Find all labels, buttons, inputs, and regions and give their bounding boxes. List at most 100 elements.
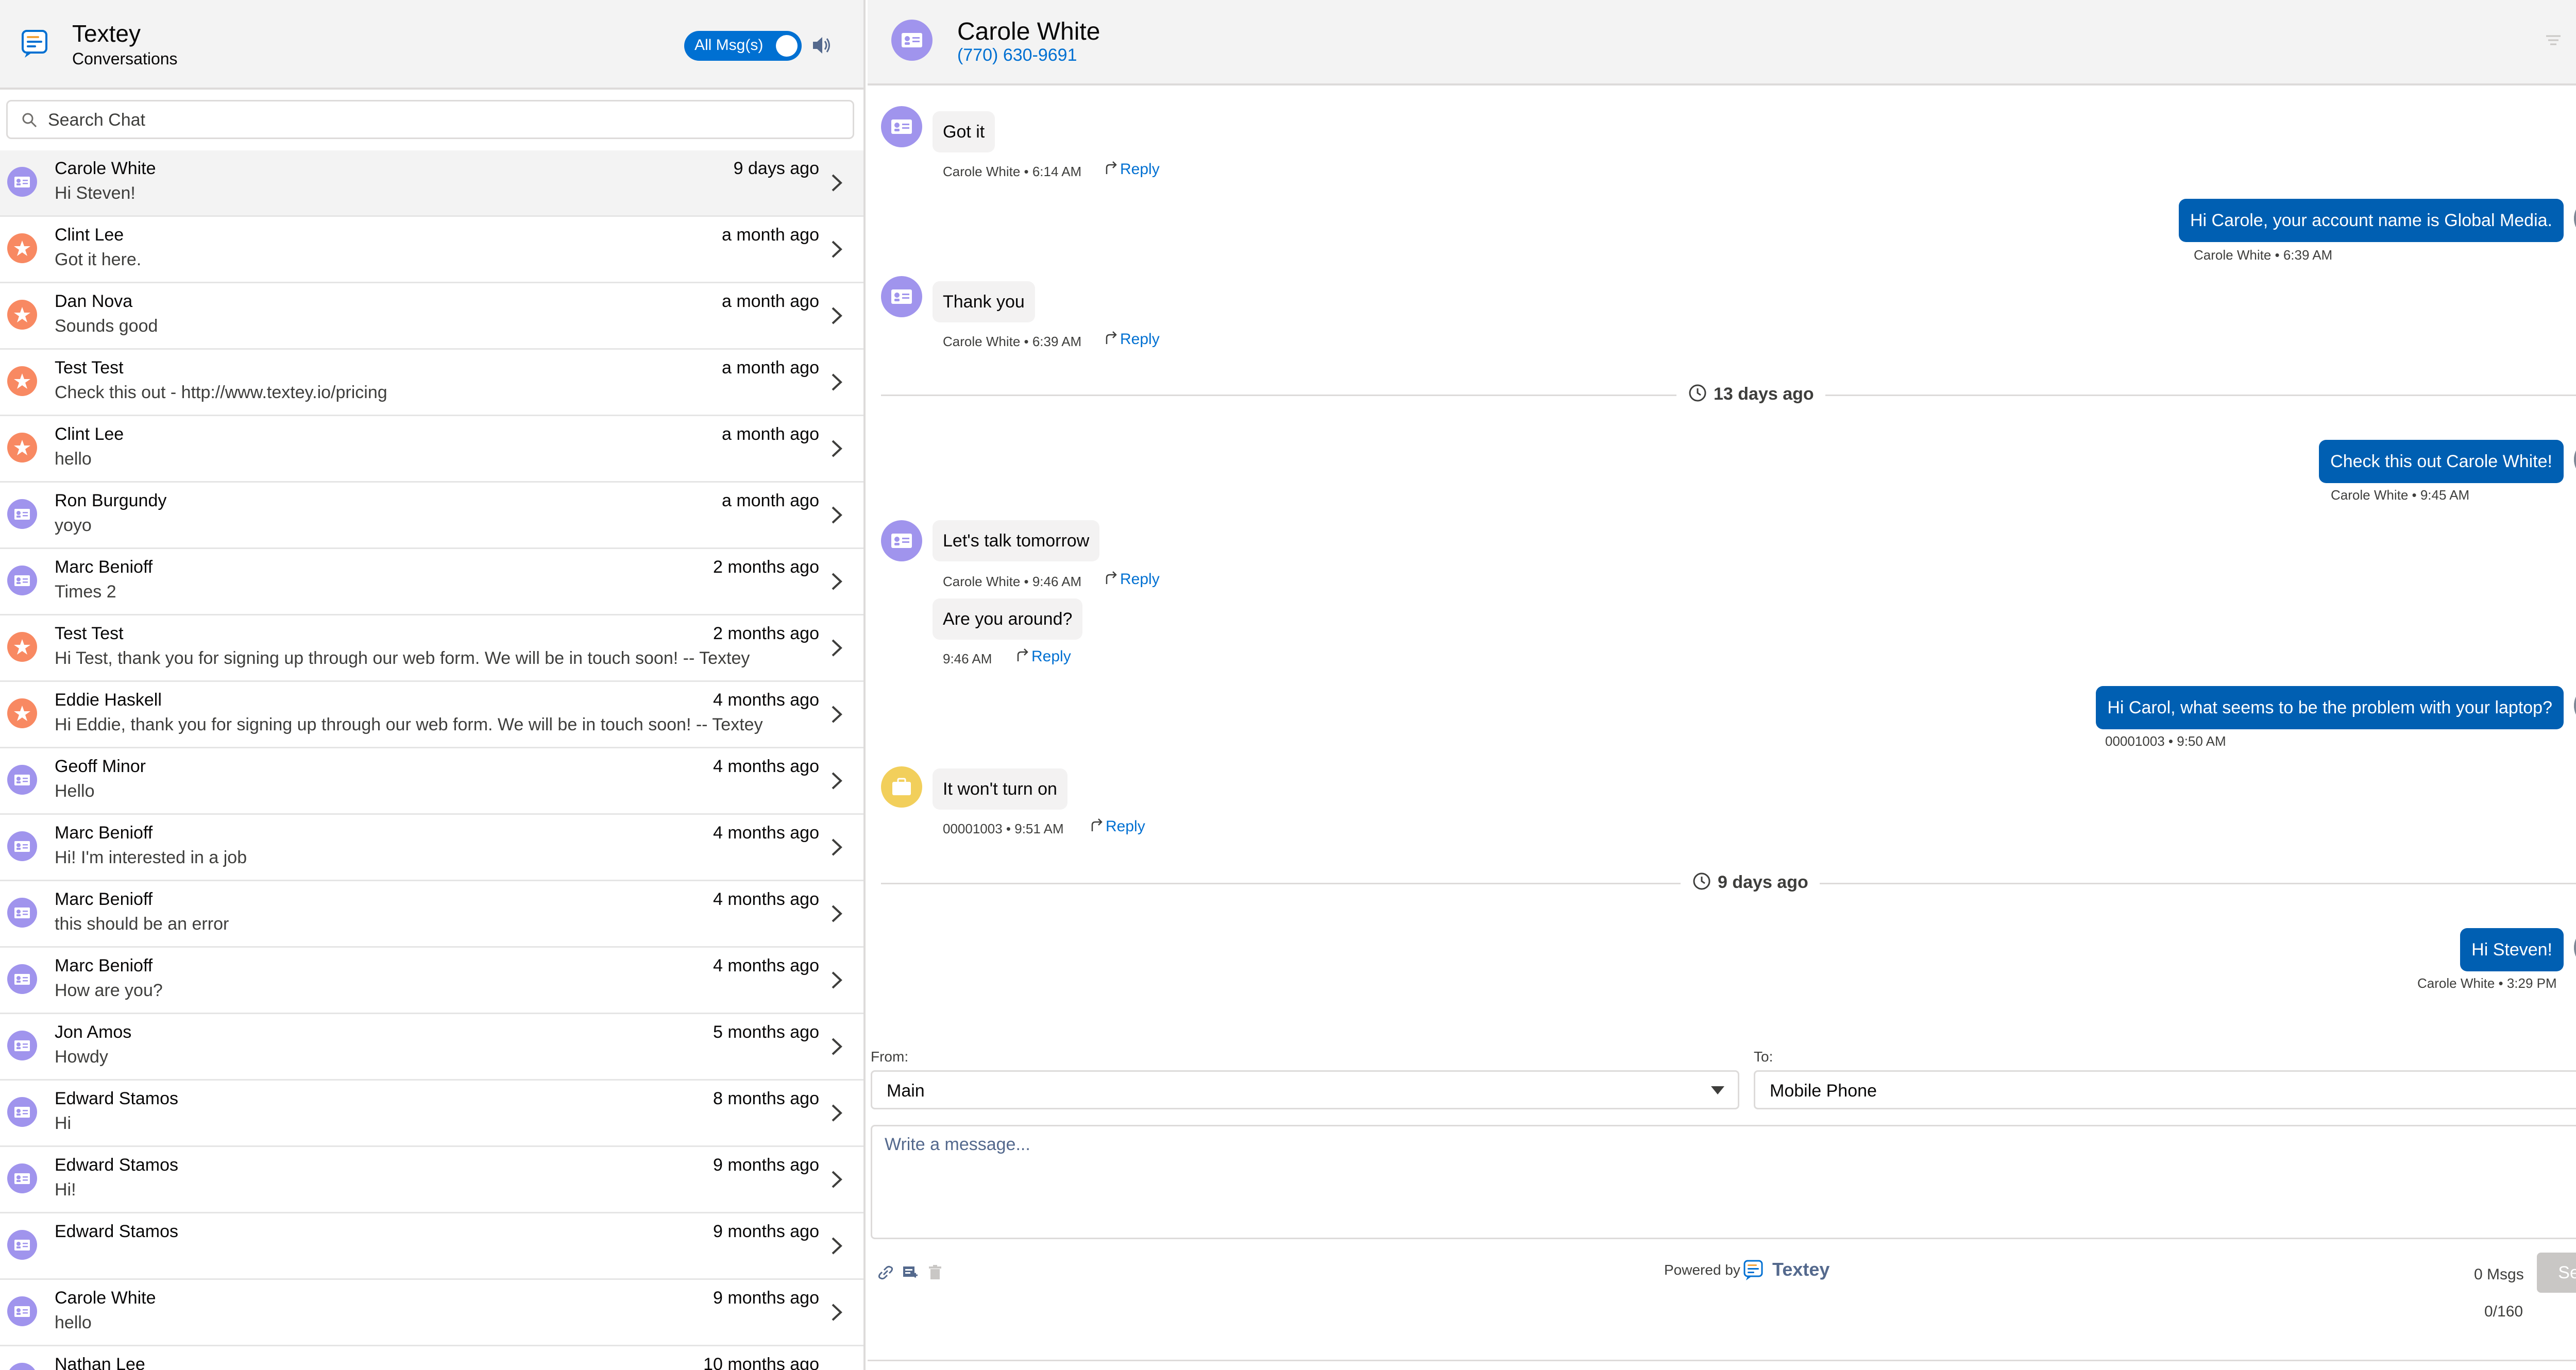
conversation-item[interactable]: Test Test 2 months ago Hi Test, thank you … [0,615,863,682]
lead-avatar [7,233,37,263]
conversation-item[interactable]: Jon Amos 5 months ago Howdy [0,1014,863,1081]
contact-avatar [7,964,37,994]
conversation-time: a month ago [721,424,819,444]
date-divider-label: 13 days ago [1676,383,1825,404]
conversation-item[interactable]: Edward Stamos 8 months ago Hi [0,1081,863,1147]
chevron-right-icon [832,838,842,856]
conversation-item[interactable]: Carole White 9 days ago Hi Steven! [0,150,863,217]
toggle-label: All Msg(s) [694,37,764,54]
message-input[interactable] [885,1135,2576,1227]
search-input[interactable] [48,105,841,135]
contact-avatar [7,1163,37,1193]
chevron-right-icon [832,1237,842,1255]
conversation-time: 8 months ago [713,1089,819,1108]
conversation-name: Carole White [55,159,156,178]
user-photo-icon [2574,198,2576,239]
contact-avatar [7,1296,37,1326]
conversation-preview: Howdy [55,1047,108,1067]
chevron-right-icon [832,440,842,457]
contact-card-icon [14,841,30,852]
chevron-right-icon [832,241,842,258]
conversation-item[interactable]: Eddie Haskell 4 months ago Hi Eddie, thank… [0,682,863,748]
conversation-preview: Hi! I'm interested in a job [55,848,247,867]
conversation-item[interactable]: Test Test a month ago Check this out - htt… [0,350,863,416]
conversation-item[interactable]: Nathan Lee 10 months ago [0,1346,863,1370]
conversation-item[interactable]: Marc Benioff 4 months ago How are you? [0,948,863,1014]
trash-icon[interactable] [926,1264,944,1281]
to-select[interactable]: Mobile Phone [1754,1070,2576,1109]
conversation-item[interactable]: Dan Nova a month ago Sounds good [0,283,863,350]
filter-icon[interactable] [2543,30,2564,50]
conversation-item[interactable]: Geoff Minor 4 months ago Hello [0,748,863,815]
reply-link[interactable]: Reply [1088,818,1145,835]
chevron-right-icon [832,772,842,790]
powered-by-label: Powered by [1664,1262,1740,1278]
conversation-name: Test Test [55,358,124,378]
conversation-name: Marc Benioff [55,956,153,975]
conversation-item[interactable]: Ron Burgundy a month ago yoyo [0,483,863,549]
conversation-name: Edward Stamos [55,1089,178,1108]
attachment-icon[interactable] [877,1264,894,1281]
incoming-message: Are you around? [933,598,1083,640]
date-divider-label: 9 days ago [1681,871,1820,893]
chevron-right-icon [832,1304,842,1321]
chat-panel: Carole White (770) 630-9691 Got it Carol… [868,0,2576,1370]
character-count: 0/160 [2484,1303,2523,1320]
reply-icon [1106,331,1117,344]
outgoing-message: Hi Carol, what seems to be the problem w… [2096,686,2564,729]
lead-star-icon [14,639,30,655]
template-icon[interactable] [902,1264,919,1281]
incoming-message: Got it [933,111,995,152]
reply-icon [1106,161,1117,174]
contact-avatar [7,1031,37,1060]
lead-avatar [7,366,37,396]
conversation-preview: yoyo [55,516,92,535]
contact-card-icon [14,1040,30,1051]
contact-card-icon [891,119,912,134]
conversation-item[interactable]: Edward Stamos 9 months ago [0,1213,863,1280]
contact-avatar [7,765,37,795]
reply-link[interactable]: Reply [1014,648,1071,665]
powered-by-brand: Textey [1772,1259,1830,1280]
conversation-name: Marc Benioff [55,557,153,577]
reply-link[interactable]: Reply [1103,331,1160,348]
reply-link[interactable]: Reply [1103,571,1160,588]
user-avatar [2574,927,2576,968]
conversation-time: a month ago [721,225,819,245]
contact-avatar [7,1097,37,1127]
all-messages-toggle[interactable]: All Msg(s) [684,31,802,61]
message-meta: 9:46 AM [943,651,992,666]
to-select-value: Mobile Phone [1770,1081,1877,1101]
reply-link[interactable]: Reply [1103,161,1160,178]
chevron-right-icon [832,573,842,590]
lead-star-icon [14,706,30,721]
conversation-item[interactable]: Edward Stamos 9 months ago Hi! [0,1147,863,1213]
conversation-preview: hello [55,449,92,469]
conversation-name: Clint Lee [55,225,124,245]
incoming-message: It won't turn on [933,768,1067,810]
from-select[interactable]: Main [871,1070,1739,1109]
message-meta: Carole White • 6:39 AM [2194,247,2333,263]
conversation-item[interactable]: Clint Lee a month ago hello [0,416,863,483]
lead-avatar [7,632,37,662]
conversation-item[interactable]: Marc Benioff 4 months ago Hi! I'm interest… [0,815,863,881]
speaker-icon[interactable] [811,34,832,57]
reply-icon [1106,571,1117,584]
lead-star-icon [14,373,30,389]
conversation-item[interactable]: Carole White 9 months ago hello [0,1280,863,1346]
contact-phone[interactable]: (770) 630-9691 [957,45,1077,65]
chevron-right-icon [832,1038,842,1055]
contact-card-icon [14,509,30,520]
conversation-item[interactable]: Marc Benioff 4 months ago this should be a… [0,881,863,948]
chat-header: Carole White (770) 630-9691 [868,0,2576,85]
contact-card-icon [902,33,922,47]
contact-card-icon [14,575,30,586]
conversation-name: Test Test [55,624,124,643]
conversation-item[interactable]: Clint Lee a month ago Got it here. [0,217,863,283]
conversation-name: Eddie Haskell [55,690,162,710]
conversation-time: 4 months ago [713,757,819,776]
user-photo-icon [2574,685,2576,726]
conversation-item[interactable]: Marc Benioff 2 months ago Times 2 [0,549,863,615]
send-button[interactable]: Send [2537,1253,2576,1293]
conversation-time: 10 months ago [703,1355,819,1370]
